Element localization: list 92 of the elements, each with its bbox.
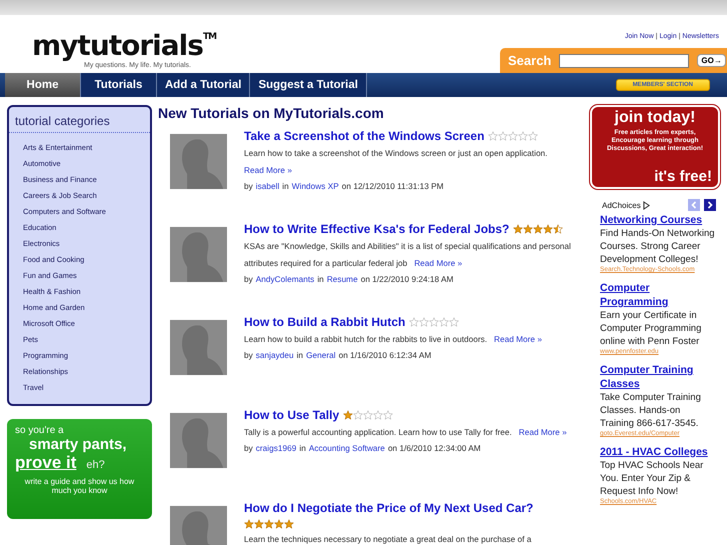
tutorial-description: Learn the techniques necessary to negotiate a great deal on the purchase of a: [244, 533, 532, 545]
star-icon: [513, 224, 524, 234]
nav-tab[interactable]: Suggest a Tutorial: [250, 73, 367, 97]
nav-tab[interactable]: Tutorials: [81, 73, 157, 97]
category-link[interactable]: Windows XP: [292, 181, 339, 191]
read-more-link[interactable]: Read More »: [414, 258, 462, 268]
star-icon: [353, 410, 364, 420]
star-icon: [284, 519, 294, 529]
tutorial-title-link[interactable]: How to Build a Rabbit Hutch: [244, 315, 406, 329]
search-field[interactable]: [559, 54, 690, 68]
tutorial-title-link[interactable]: How to Write Effective Ksa's for Federal Jobs?: [244, 222, 510, 236]
meta-text: in: [282, 181, 289, 191]
tutorial-title-link[interactable]: How do I Negotiate the Price of My Next Used Car?: [244, 501, 534, 515]
star-icon: [343, 410, 354, 420]
category-link[interactable]: Accounting Software: [308, 443, 385, 453]
star-icon: [533, 224, 544, 234]
meta-text: in: [317, 274, 324, 284]
category-link[interactable]: General: [306, 350, 336, 360]
avatar-silhouette: [170, 226, 227, 283]
author-link[interactable]: isabell: [256, 181, 280, 191]
star-icon: [498, 131, 508, 141]
tutorial-title-link[interactable]: Take a Screenshot of the Windows Screen: [244, 129, 484, 143]
promo-headline: smarty pants,: [29, 436, 127, 453]
star-icon: [363, 410, 374, 420]
avatar-silhouette: [170, 133, 227, 190]
promo-text: so you're a: [15, 425, 65, 436]
star-icon: [244, 519, 254, 529]
avatar-silhouette: [170, 319, 227, 376]
star-icon: [543, 224, 554, 234]
star-icon: [523, 224, 534, 234]
join-footer: it's free!: [598, 168, 712, 185]
nav-tab[interactable]: Add a Tutorial: [157, 73, 250, 97]
read-more-link[interactable]: Read More »: [518, 427, 567, 437]
go-button[interactable]: GO→: [697, 54, 726, 67]
adchoices-label[interactable]: AdChoices: [602, 200, 641, 210]
search-label: Search: [508, 53, 552, 68]
star-icon: [429, 317, 440, 327]
post-date: on 12/12/2010 11:31:13 PM: [342, 181, 444, 191]
tutorial-title-link[interactable]: How to Use Tally: [244, 408, 340, 422]
read-more-link[interactable]: Read More »: [494, 334, 542, 344]
star-icon: [383, 410, 394, 420]
meta-text: by: [244, 443, 253, 453]
ad-title-link[interactable]: Computer Training Classes: [600, 363, 716, 391]
star-icon: [528, 131, 538, 141]
meta-text: by: [244, 274, 253, 284]
meta-text: in: [299, 443, 306, 453]
ad-title-link[interactable]: Computer Programming: [600, 281, 716, 309]
star-icon: [419, 317, 430, 327]
category-link[interactable]: Resume: [326, 274, 358, 284]
adchoices-icon: [642, 200, 650, 210]
promo-text: write a guide and show us how much you know: [24, 477, 136, 495]
star-icon: [254, 519, 264, 529]
tutorial-description: KSAs are "Knowledge, Skills and Abilities" it is a list of special qualifications and personal attributes required for a particular federal job Read More »: [244, 240, 572, 270]
site-logo[interactable]: mytutorials$^{TM}$: [32, 21, 216, 62]
ad-text: Earn your Certificate in Computer Programming online with Penn Foster: [600, 309, 702, 348]
join-heading: join today!: [613, 109, 696, 127]
ad-title-link[interactable]: Networking Courses: [600, 213, 716, 227]
categories-title: tutorial categories: [9, 107, 150, 133]
author-link[interactable]: craigs1969: [256, 443, 296, 453]
author-link[interactable]: sanjaydeu: [256, 350, 294, 360]
star-icon: [264, 519, 274, 529]
star-icon: [518, 131, 528, 141]
author-link[interactable]: AndyColemants: [256, 274, 314, 284]
star-icon: [409, 317, 420, 327]
tutorial-description: Tally is a powerful accounting application. Learn how to use Tally for free. Read More »: [244, 426, 568, 439]
star-icon: [274, 519, 284, 529]
read-more-link[interactable]: Read More »: [244, 165, 292, 175]
nav-tab[interactable]: Home: [5, 73, 81, 97]
star-icon: [449, 317, 460, 327]
star-icon: [553, 224, 564, 234]
ad-title-link[interactable]: 2011 - HVAC Colleges: [600, 445, 716, 459]
post-date: on 1/22/2010 9:24:18 AM: [360, 274, 454, 284]
ad-text: Take Computer Training Classes. Hands-on Training 866-617-3545.: [600, 391, 702, 430]
page-heading: New Tutorials on MyTutorials.com: [158, 105, 385, 121]
tutorial-description: Learn how to take a screenshot of the Windows screen or just an open application. Read More »: [244, 147, 548, 177]
star-icon: [488, 131, 498, 141]
promo-headline: prove it: [15, 453, 76, 473]
star-icon: [508, 131, 518, 141]
star-icon: [373, 410, 384, 420]
tutorial-description: Learn how to build a rabbit hutch for the rabbits to live in outdoors. Read More »: [244, 333, 543, 346]
post-date: on 1/16/2010 6:12:34 AM: [338, 350, 432, 360]
ad-text: Top HVAC Schools Near You. Enter Your Zip & Request Info Now!: [600, 459, 704, 498]
meta-text: by: [244, 181, 253, 191]
star-icon: [439, 317, 450, 327]
avatar-silhouette: [170, 505, 227, 545]
meta-text: by: [244, 350, 253, 360]
avatar-silhouette: [170, 412, 227, 469]
promo-banner[interactable]: so you're a smarty pants, prove it eh? write a guide and show us how much you know: [7, 419, 152, 519]
meta-text: in: [296, 350, 304, 360]
promo-text: eh?: [86, 459, 105, 471]
ad-text: Find Hands-On Networking Courses. Strong Career Development Colleges!: [600, 227, 716, 266]
post-date: on 1/6/2010 12:34:00 AM: [388, 443, 481, 453]
